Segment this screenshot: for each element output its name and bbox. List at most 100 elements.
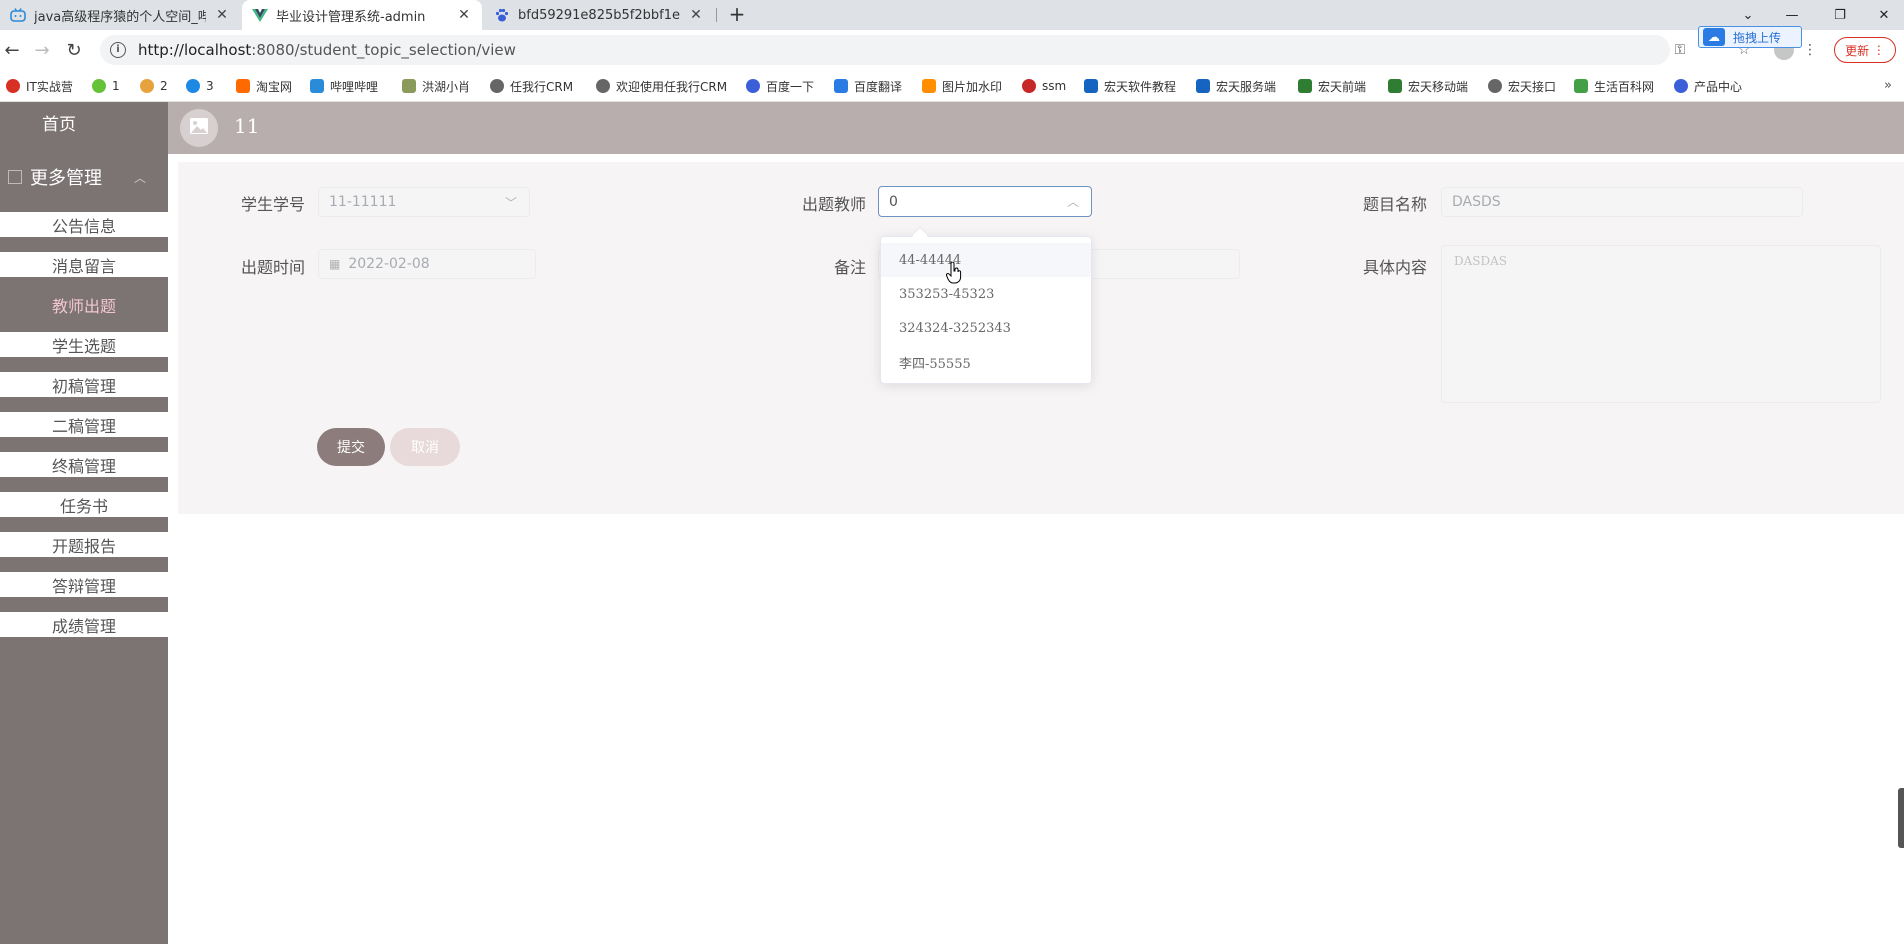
- sidebar-item-second-draft[interactable]: 二稿管理: [0, 412, 168, 442]
- sidebar-item-defense[interactable]: 答辩管理: [0, 572, 168, 602]
- sidebar-item-task-book[interactable]: 任务书: [0, 492, 168, 522]
- close-icon[interactable]: ✕: [456, 7, 472, 23]
- tab-title: 毕业设计管理系统-admin: [276, 9, 426, 25]
- bookmark-item[interactable]: ssm: [1022, 70, 1066, 102]
- bilibili-icon: [10, 7, 26, 23]
- window-close-icon[interactable]: ✕: [1862, 0, 1904, 30]
- tab-divider: [716, 8, 717, 22]
- teacher-dropdown: 44-44444 353253-45323 324324-3252343 李四-…: [880, 236, 1092, 384]
- bookmark-favicon-icon: [1022, 79, 1036, 93]
- menu-icon: [8, 170, 22, 184]
- back-icon[interactable]: ←: [0, 38, 24, 62]
- bookmark-item[interactable]: 百度一下: [746, 70, 814, 102]
- topic-name-input[interactable]: DASDS: [1441, 187, 1803, 217]
- reload-icon[interactable]: ↻: [62, 38, 86, 62]
- bookmark-item[interactable]: 产品中心: [1674, 70, 1742, 102]
- sidebar-item-final-draft[interactable]: 终稿管理: [0, 452, 168, 482]
- bookmark-favicon-icon: [140, 79, 154, 93]
- globe-icon: [490, 79, 504, 93]
- info-icon[interactable]: i: [110, 42, 126, 58]
- sidebar-item-grades[interactable]: 成绩管理: [0, 612, 168, 642]
- address-bar[interactable]: i http://localhost:8080/student_topic_se…: [100, 35, 1670, 65]
- vue-icon: [1298, 79, 1312, 93]
- chevron-up-icon: ︿: [133, 170, 146, 185]
- baidu-paw-icon: [494, 7, 510, 23]
- new-tab-button[interactable]: +: [726, 4, 748, 26]
- sidebar-item-first-draft[interactable]: 初稿管理: [0, 372, 168, 402]
- dropdown-option[interactable]: 李四-55555: [881, 345, 1091, 379]
- bookmark-item[interactable]: IT实战营: [6, 70, 73, 102]
- student-no-select[interactable]: 11-11111 ﹀: [318, 187, 530, 217]
- bookmark-item[interactable]: 任我行CRM: [490, 70, 573, 102]
- user-name: 11: [234, 114, 260, 138]
- bookmark-item[interactable]: 宏天软件教程: [1084, 70, 1176, 102]
- bookmark-item[interactable]: 淘宝网: [236, 70, 292, 102]
- forward-icon[interactable]: →: [30, 38, 54, 62]
- bookmark-favicon-icon: [834, 79, 848, 93]
- bookmark-item[interactable]: 百度翻译: [834, 70, 902, 102]
- bookmark-item[interactable]: 1: [92, 70, 120, 102]
- bookmark-favicon-icon: [236, 79, 250, 93]
- sidebar-group-more[interactable]: 更多管理 ︿: [0, 154, 168, 200]
- browser-tab-3[interactable]: bfd59291e825b5f2bbf1eb765 ✕: [484, 0, 714, 30]
- globe-icon: [1488, 79, 1502, 93]
- cancel-button[interactable]: 取消: [390, 428, 460, 466]
- close-icon[interactable]: ✕: [688, 7, 704, 23]
- dropdown-option[interactable]: 324324-3252343: [881, 311, 1091, 345]
- time-date-picker[interactable]: ▦ 2022-02-08: [318, 249, 536, 279]
- sidebar-item-messages[interactable]: 消息留言: [0, 252, 168, 282]
- update-button[interactable]: 更新 ⋮: [1834, 37, 1896, 63]
- avatar[interactable]: [180, 109, 218, 147]
- baidu-paw-icon: [746, 79, 760, 93]
- bookmark-item[interactable]: 欢迎使用任我行CRM: [596, 70, 727, 102]
- tab-title: java高级程序猿的个人空间_哔哩: [34, 9, 206, 25]
- teacher-select[interactable]: 0 ︿: [878, 186, 1092, 217]
- sidebar-item-proposal[interactable]: 开题报告: [0, 532, 168, 562]
- bookmark-item[interactable]: 洪湖小肖: [402, 70, 470, 102]
- bookmark-item[interactable]: 生活百科网: [1574, 70, 1654, 102]
- bookmark-item[interactable]: 哔哩哔哩: [310, 70, 378, 102]
- close-icon[interactable]: ✕: [214, 7, 230, 23]
- calendar-icon: ▦: [329, 257, 341, 271]
- content-textarea[interactable]: DASDAS: [1441, 245, 1881, 403]
- upload-label: 拖拽上传: [1733, 30, 1782, 45]
- dropdown-option[interactable]: 353253-45323: [881, 277, 1091, 311]
- sidebar-item-home[interactable]: 首页: [0, 102, 168, 142]
- browser-tab-1[interactable]: java高级程序猿的个人空间_哔哩 ✕: [0, 0, 240, 30]
- bookmarks-bar: IT实战营 1 2 3 淘宝网 哔哩哔哩 洪湖小肖 任我行CRM 欢迎使用任我行…: [0, 70, 1904, 102]
- teacher-label: 出题教师: [802, 195, 867, 214]
- bookmark-item[interactable]: 宏天服务端: [1196, 70, 1276, 102]
- sidebar-item-student-selection[interactable]: 学生选题: [0, 332, 168, 362]
- bookmark-item[interactable]: 图片加水印: [922, 70, 1002, 102]
- vue-icon: [1388, 79, 1402, 93]
- scrollbar-handle[interactable]: [1898, 788, 1904, 848]
- vue-icon: [252, 7, 268, 23]
- bookmark-item[interactable]: 3: [186, 70, 214, 102]
- browser-tabstrip: java高级程序猿的个人空间_哔哩 ✕ 毕业设计管理系统-admin ✕ bfd…: [0, 0, 1904, 30]
- content-label: 具体内容: [1363, 258, 1428, 277]
- bookmark-item[interactable]: 宏天移动端: [1388, 70, 1468, 102]
- bookmark-item[interactable]: 宏天接口: [1488, 70, 1556, 102]
- extension-icon[interactable]: ⋮: [1800, 40, 1820, 60]
- sidebar-item-announcements[interactable]: 公告信息: [0, 212, 168, 242]
- cloud-icon: ☁: [1703, 28, 1725, 46]
- chevron-up-icon: ︿: [1066, 195, 1079, 209]
- bookmark-favicon-icon: [186, 79, 200, 93]
- bookmark-item[interactable]: 宏天前端: [1298, 70, 1366, 102]
- drag-upload-widget[interactable]: ☁ 拖拽上传: [1698, 26, 1802, 48]
- dropdown-option[interactable]: 44-44444: [881, 243, 1091, 277]
- remark-label: 备注: [834, 258, 867, 277]
- chevron-down-icon: ﹀: [504, 196, 517, 210]
- hand-cursor-icon: [946, 261, 962, 284]
- student-no-label: 学生学号: [241, 195, 306, 214]
- key-icon[interactable]: ⚿: [1670, 40, 1690, 60]
- restore-icon[interactable]: ❐: [1818, 0, 1862, 30]
- sidebar-item-teacher-topics[interactable]: 教师出题: [0, 292, 168, 322]
- browser-tab-2[interactable]: 毕业设计管理系统-admin ✕: [242, 0, 482, 30]
- topic-name-label: 题目名称: [1363, 195, 1428, 214]
- bookmarks-more-icon[interactable]: »: [1884, 78, 1892, 93]
- bookmark-item[interactable]: 2: [140, 70, 168, 102]
- time-label: 出题时间: [241, 258, 306, 277]
- tab-title: bfd59291e825b5f2bbf1eb765: [518, 7, 680, 23]
- submit-button[interactable]: 提交: [317, 428, 385, 466]
